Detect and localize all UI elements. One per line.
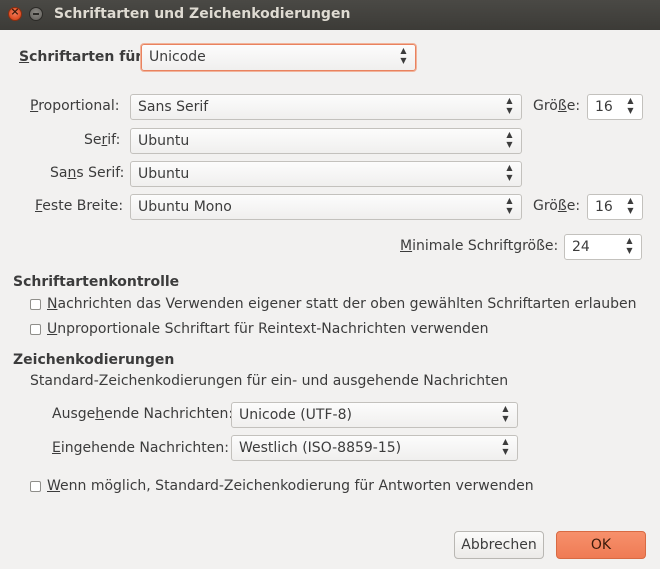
spin-arrows-icon: ▲ ▼ <box>627 196 634 215</box>
outgoing-encoding-select[interactable]: Unicode (UTF-8) ▲ ▼ <box>231 402 518 428</box>
checkbox-box[interactable] <box>30 323 41 335</box>
default-encoding-replies-label: Wenn möglich, Standard-Zeichenkodierung … <box>47 478 534 494</box>
ok-button[interactable]: OK <box>556 531 646 559</box>
min-font-size-label: Minimale Schriftgröße: <box>400 238 559 254</box>
spin-arrows-icon: ▲ ▼ <box>506 196 513 215</box>
proportional-size-select[interactable]: 16 ▲ ▼ <box>587 94 643 120</box>
monospace-plaintext-checkbox[interactable]: Unproportionale Schriftart für Reintext-… <box>30 321 489 337</box>
sans-serif-label: Sans Serif: <box>50 165 125 181</box>
spin-arrows-icon: ▲ ▼ <box>502 437 509 456</box>
spin-arrows-icon: ▲ ▼ <box>506 130 513 149</box>
serif-label: Serif: <box>84 132 121 148</box>
minimize-icon <box>33 13 39 15</box>
encodings-heading: Zeichenkodierungen <box>13 352 175 368</box>
incoming-encoding-select[interactable]: Westlich (ISO-8859-15) ▲ ▼ <box>231 435 518 461</box>
allow-own-fonts-label: Nachrichten das Verwenden eigener statt … <box>47 296 637 312</box>
fixed-width-font-select[interactable]: Ubuntu Mono ▲ ▼ <box>130 194 522 220</box>
spin-arrows-icon: ▲ ▼ <box>502 404 509 423</box>
encodings-description: Standard-Zeichenkodierungen für ein- und… <box>30 373 509 389</box>
fonts-for-select[interactable]: Unicode ▲ ▼ <box>141 44 416 71</box>
spin-arrows-icon: ▲ ▼ <box>400 46 407 65</box>
close-window-button[interactable]: × <box>8 5 22 21</box>
spin-arrows-icon: ▲ ▼ <box>626 236 633 255</box>
close-icon: × <box>10 5 20 18</box>
checkbox-box[interactable] <box>30 480 41 492</box>
window-title: Schriftarten und Zeichenkodierungen <box>54 6 351 22</box>
fixed-width-size-select[interactable]: 16 ▲ ▼ <box>587 194 643 220</box>
min-font-size-select[interactable]: 24 ▲ ▼ <box>564 234 642 260</box>
minimize-window-button[interactable] <box>29 7 43 21</box>
incoming-encoding-label: Eingehende Nachrichten: <box>52 440 229 456</box>
allow-own-fonts-checkbox[interactable]: Nachrichten das Verwenden eigener statt … <box>30 296 637 312</box>
spin-arrows-icon: ▲ ▼ <box>506 96 513 115</box>
proportional-size-label: Größe: <box>533 98 581 114</box>
checkbox-box[interactable] <box>30 298 41 310</box>
spin-arrows-icon: ▲ ▼ <box>506 163 513 182</box>
serif-font-select[interactable]: Ubuntu ▲ ▼ <box>130 128 522 154</box>
fonts-for-label: Schriftarten für <box>19 49 143 65</box>
fixed-width-label: Feste Breite: <box>35 198 124 214</box>
monospace-plaintext-label: Unproportionale Schriftart für Reintext-… <box>47 321 489 337</box>
sans-serif-font-select[interactable]: Ubuntu ▲ ▼ <box>130 161 522 187</box>
cancel-button[interactable]: Abbrechen <box>454 531 544 559</box>
default-encoding-replies-checkbox[interactable]: Wenn möglich, Standard-Zeichenkodierung … <box>30 478 534 494</box>
proportional-label: Proportional: <box>30 98 120 114</box>
font-control-heading: Schriftartenkontrolle <box>13 274 180 290</box>
fixed-width-size-label: Größe: <box>533 198 581 214</box>
spin-arrows-icon: ▲ ▼ <box>627 96 634 115</box>
title-bar: × Schriftarten und Zeichenkodierungen <box>0 0 660 30</box>
proportional-font-select[interactable]: Sans Serif ▲ ▼ <box>130 94 522 120</box>
outgoing-encoding-label: Ausgehende Nachrichten: <box>52 406 234 422</box>
